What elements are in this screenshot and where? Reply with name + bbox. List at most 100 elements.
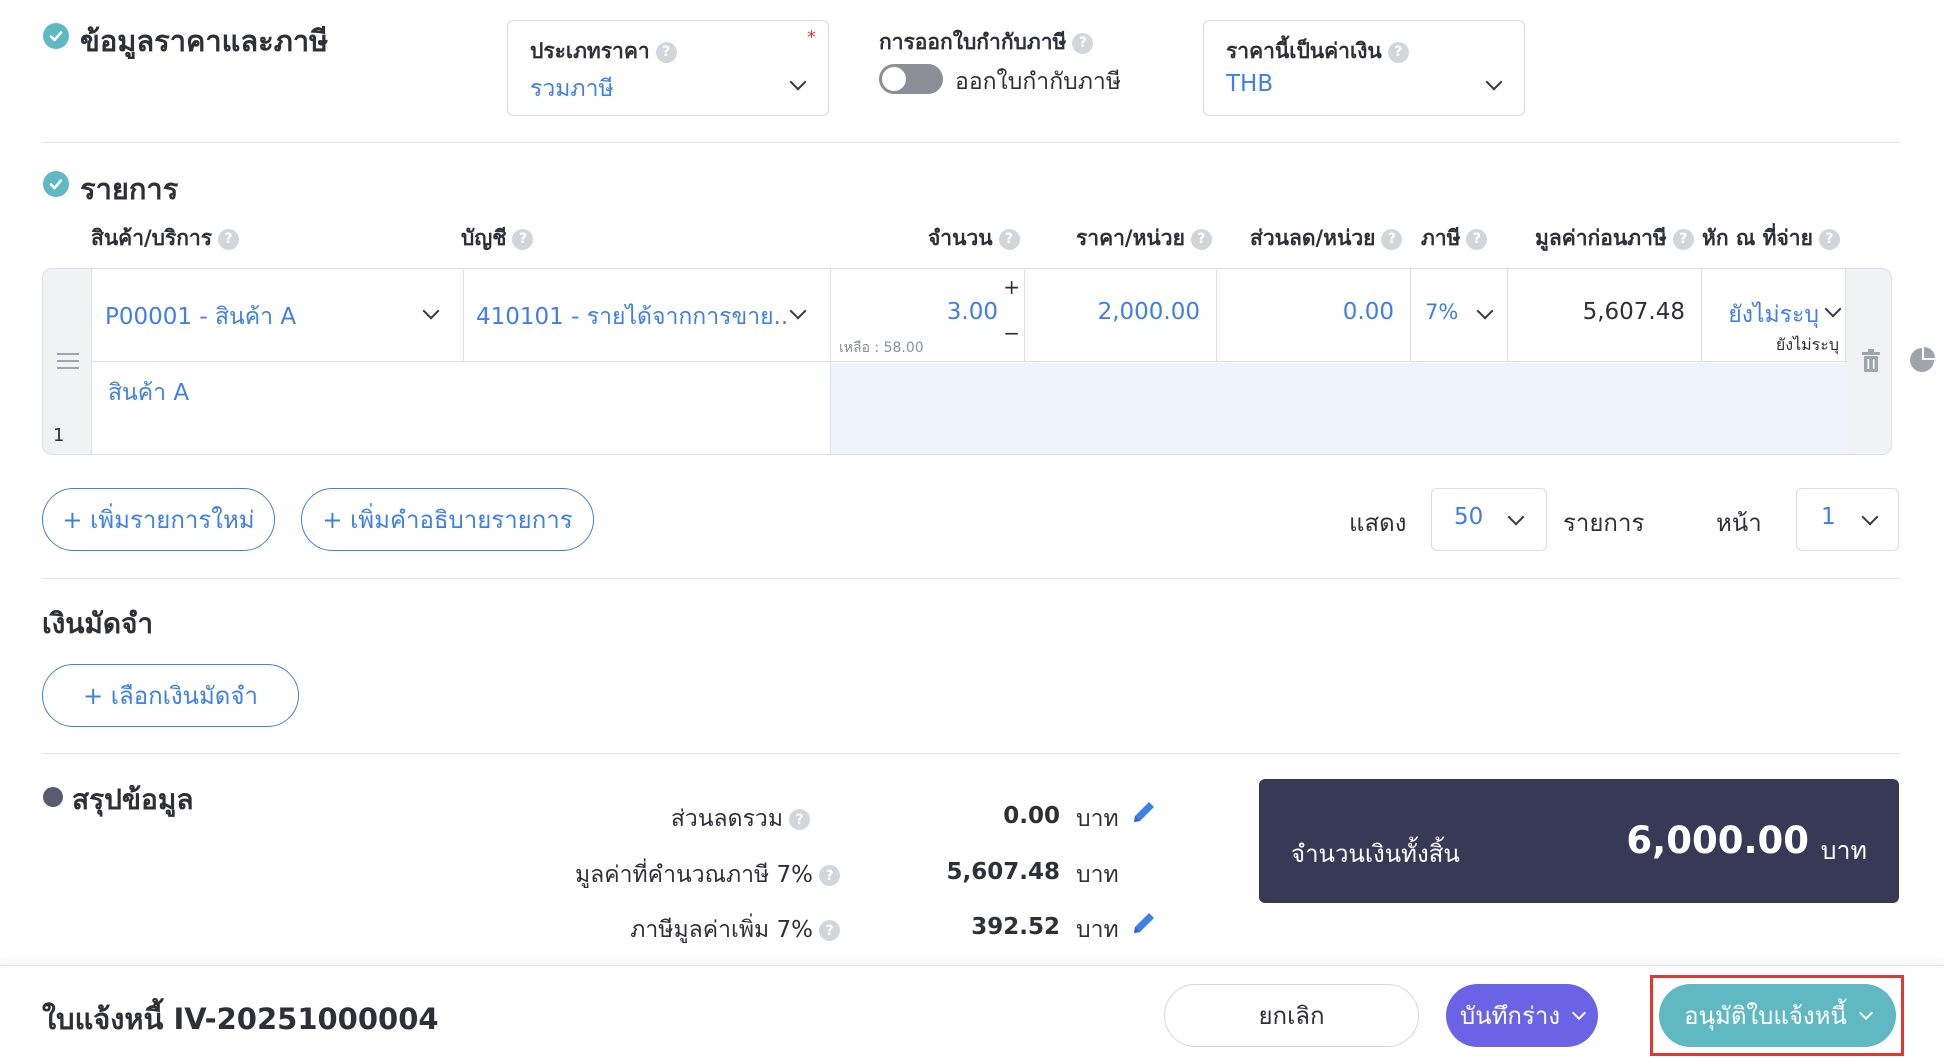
description-value: สินค้า A bbox=[108, 380, 190, 406]
account-select[interactable]: 410101 - รายได้จากการขาย... bbox=[464, 269, 830, 362]
help-icon[interactable]: ? bbox=[1672, 228, 1694, 250]
summary-discount-value: 0.00 bbox=[1003, 803, 1060, 829]
trash-icon[interactable] bbox=[1861, 349, 1881, 377]
currency-label: ราคานี้เป็นค่าเงิน bbox=[1226, 39, 1382, 63]
summary-dot-icon bbox=[43, 787, 63, 807]
table-row: 1 P00001 - สินค้า A 410101 - รายได้จากกา… bbox=[42, 268, 1892, 455]
approve-invoice-button[interactable]: อนุมัติใบแจ้งหนี้ bbox=[1659, 984, 1896, 1047]
edit-pencil-icon[interactable] bbox=[1130, 909, 1158, 941]
col-tax: ภาษี bbox=[1421, 226, 1461, 250]
summary-vat-unit: บาท bbox=[1076, 917, 1119, 943]
help-icon[interactable]: ? bbox=[819, 865, 840, 886]
unit-price-value: 2,000.00 bbox=[1097, 299, 1200, 325]
price-type-value: รวมภาษี bbox=[530, 76, 614, 102]
total-label: จำนวนเงินทั้งสิ้น bbox=[1291, 840, 1460, 868]
toggle-knob bbox=[882, 67, 906, 91]
deposit-section-title: เงินมัดจำ bbox=[42, 607, 154, 640]
edit-pencil-icon[interactable] bbox=[1130, 798, 1158, 830]
tax-invoice-toggle[interactable] bbox=[879, 64, 943, 94]
add-description-button[interactable]: + เพิ่มคำอธิบายรายการ bbox=[301, 488, 594, 551]
divider bbox=[42, 142, 1900, 143]
chevron-down-icon bbox=[789, 73, 807, 91]
chevron-down-icon bbox=[789, 302, 807, 320]
divider bbox=[42, 753, 1900, 754]
help-icon[interactable]: ? bbox=[1466, 228, 1488, 250]
quantity-value: 3.00 bbox=[946, 299, 998, 325]
total-amount-box: จำนวนเงินทั้งสิ้น 6,000.00 บาท bbox=[1259, 779, 1899, 903]
items-check-icon bbox=[43, 171, 69, 197]
account-value: 410101 - รายได้จากการขาย... bbox=[476, 304, 786, 330]
summary-vat-label: ภาษีมูลค่าเพิ่ม 7% bbox=[630, 917, 813, 943]
summary-discount-label: ส่วนลดรวม bbox=[670, 806, 783, 832]
summary-vat-value: 392.52 bbox=[971, 914, 1060, 940]
price-type-select[interactable]: ประเภทราคา? * รวมภาษี bbox=[507, 20, 829, 116]
page-select[interactable]: 1 bbox=[1796, 488, 1899, 551]
discount-input[interactable]: 0.00 bbox=[1217, 269, 1410, 362]
per-page-select[interactable]: 50 bbox=[1431, 488, 1547, 551]
col-account: บัญชี bbox=[461, 226, 507, 250]
price-type-label: ประเภทราคา bbox=[530, 39, 650, 63]
help-icon[interactable]: ? bbox=[1818, 228, 1840, 250]
total-value: 6,000.00 bbox=[1626, 819, 1809, 862]
decrement-icon[interactable]: − bbox=[1003, 321, 1020, 345]
chevron-down-icon bbox=[422, 302, 440, 320]
approve-invoice-label: อนุมัติใบแจ้งหนี้ bbox=[1684, 1002, 1847, 1030]
help-icon[interactable]: ? bbox=[655, 41, 677, 63]
drag-handle-icon[interactable] bbox=[57, 353, 79, 369]
select-deposit-button[interactable]: + เลือกเงินมัดจำ bbox=[42, 664, 299, 727]
quantity-stepper[interactable]: 3.00 + − เหลือ : 58.00 bbox=[831, 269, 1024, 362]
tax-select[interactable]: 7% bbox=[1411, 269, 1507, 362]
divider bbox=[42, 578, 1900, 579]
col-quantity: จำนวน bbox=[928, 226, 993, 250]
add-item-button[interactable]: + เพิ่มรายการใหม่ bbox=[42, 488, 275, 551]
increment-icon[interactable]: + bbox=[1003, 275, 1020, 299]
help-icon[interactable]: ? bbox=[1387, 41, 1409, 63]
per-page-value: 50 bbox=[1454, 504, 1484, 530]
chevron-down-icon bbox=[1824, 300, 1842, 318]
help-icon[interactable]: ? bbox=[512, 228, 534, 250]
chevron-down-icon bbox=[1507, 508, 1525, 526]
footer-bar: ใบแจ้งหนี้ IV-20251000004 ยกเลิก บันทึกร… bbox=[0, 965, 1944, 1058]
help-icon[interactable]: ? bbox=[1190, 228, 1212, 250]
chevron-down-icon bbox=[1858, 1005, 1873, 1020]
unit-price-input[interactable]: 2,000.00 bbox=[1025, 269, 1216, 362]
help-icon[interactable]: ? bbox=[1072, 32, 1094, 54]
help-icon[interactable]: ? bbox=[998, 228, 1020, 250]
total-unit: บาท bbox=[1820, 836, 1867, 865]
currency-select[interactable]: ราคานี้เป็นค่าเงิน? THB bbox=[1203, 20, 1525, 116]
tax-value: 7% bbox=[1425, 300, 1459, 324]
save-draft-button[interactable]: บันทึกร่าง bbox=[1446, 984, 1598, 1047]
cancel-button[interactable]: ยกเลิก bbox=[1164, 984, 1419, 1047]
col-discount: ส่วนลด/หน่วย bbox=[1250, 226, 1376, 250]
help-icon[interactable]: ? bbox=[789, 809, 810, 830]
show-label: แสดง bbox=[1349, 509, 1407, 537]
tax-invoice-toggle-label: ออกใบกำกับภาษี bbox=[955, 69, 1121, 95]
summary-discount-unit: บาท bbox=[1076, 806, 1119, 832]
col-withholding: หัก ณ ที่จ่าย bbox=[1702, 226, 1813, 250]
product-select[interactable]: P00001 - สินค้า A bbox=[92, 269, 463, 362]
page-value: 1 bbox=[1821, 504, 1836, 530]
currency-value: THB bbox=[1226, 71, 1274, 97]
pretax-value: 5,607.48 bbox=[1582, 299, 1685, 325]
quantity-remaining: เหลือ : 58.00 bbox=[839, 340, 924, 356]
items-label: รายการ bbox=[1563, 509, 1645, 537]
description-input[interactable]: สินค้า A bbox=[92, 363, 830, 454]
help-icon[interactable]: ? bbox=[819, 920, 840, 941]
page-label: หน้า bbox=[1716, 509, 1762, 537]
help-icon[interactable]: ? bbox=[1381, 228, 1403, 250]
discount-value: 0.00 bbox=[1342, 299, 1394, 325]
withholding-sub: ยังไม่ระบุ bbox=[1775, 335, 1839, 354]
chevron-down-icon bbox=[1476, 302, 1494, 320]
pricing-check-icon bbox=[43, 23, 69, 49]
summary-taxable-unit: บาท bbox=[1076, 862, 1119, 888]
items-section-title: รายการ bbox=[80, 172, 179, 206]
chevron-down-icon bbox=[1861, 508, 1879, 526]
chevron-down-icon bbox=[1571, 1005, 1587, 1020]
pie-chart-icon[interactable] bbox=[1908, 346, 1936, 378]
withholding-select[interactable]: ยังไม่ระบุ ยังไม่ระบุ bbox=[1702, 269, 1847, 362]
pricing-section-title: ข้อมูลราคาและภาษี bbox=[80, 24, 329, 58]
help-icon[interactable]: ? bbox=[218, 228, 240, 250]
tax-invoice-label: การออกใบกำกับภาษี bbox=[879, 30, 1067, 54]
required-asterisk: * bbox=[807, 27, 816, 48]
description-extension-area bbox=[831, 363, 1847, 454]
